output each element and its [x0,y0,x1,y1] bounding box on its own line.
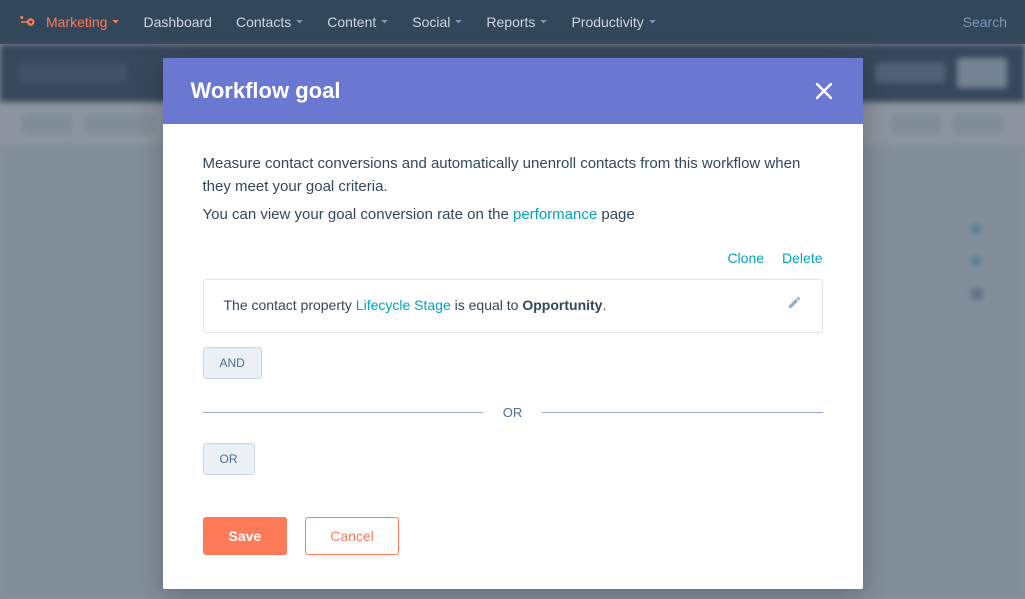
nav-reports-label: Reports [486,14,535,30]
intro-text-1: Measure contact conversions and automati… [203,152,823,199]
nav-productivity-label: Productivity [571,14,643,30]
criteria-mid: is equal to [451,297,523,313]
criteria-row: The contact property Lifecycle Stage is … [203,279,823,332]
modal-header: Workflow goal [163,58,863,124]
intro-2-pre: You can view your goal conversion rate o… [203,206,513,223]
divider-line-left [203,412,483,413]
intro-text-2: You can view your goal conversion rate o… [203,203,823,226]
chevron-down-icon [296,20,303,24]
nav-dashboard[interactable]: Dashboard [143,14,212,30]
performance-link[interactable]: performance [513,206,597,223]
nav-productivity[interactable]: Productivity [571,14,655,30]
close-icon [815,82,833,100]
edit-criteria-button[interactable] [787,294,802,317]
cancel-button[interactable]: Cancel [305,517,399,555]
nav-marketing-label: Marketing [46,14,107,30]
or-divider-label: OR [483,403,543,423]
nav-search[interactable]: Search [963,14,1007,30]
nav-social-label: Social [412,14,450,30]
modal-title: Workflow goal [191,78,341,104]
delete-link[interactable]: Delete [782,248,822,270]
nav-social[interactable]: Social [412,14,462,30]
chevron-down-icon [112,20,119,24]
criteria-post: . [602,297,606,313]
criteria-pre: The contact property [224,297,356,313]
criteria-value: Opportunity [522,297,602,313]
nav-reports[interactable]: Reports [486,14,547,30]
intro-2-post: page [597,206,635,223]
divider-line-right [542,412,822,413]
save-button[interactable]: Save [203,517,288,555]
modal-footer: Save Cancel [203,517,823,555]
close-button[interactable] [813,80,835,102]
nav-contacts-label: Contacts [236,14,291,30]
or-divider: OR [203,403,823,423]
criteria-property-link[interactable]: Lifecycle Stage [356,297,451,313]
chevron-down-icon [649,20,656,24]
criteria-actions: Clone Delete [203,248,823,270]
nav-dashboard-label: Dashboard [143,14,212,30]
nav-contacts[interactable]: Contacts [236,14,303,30]
clone-link[interactable]: Clone [727,248,764,270]
and-button[interactable]: AND [203,347,262,379]
nav-search-placeholder: Search [963,14,1007,30]
or-button[interactable]: OR [203,443,255,475]
pencil-icon [787,295,802,310]
chevron-down-icon [455,20,462,24]
top-nav: Marketing Dashboard Contacts Content Soc… [0,0,1025,44]
chevron-down-icon [381,20,388,24]
workflow-goal-modal: Workflow goal Measure contact conversion… [163,58,863,589]
hubspot-logo-icon [18,13,36,31]
nav-marketing[interactable]: Marketing [46,14,119,30]
chevron-down-icon [540,20,547,24]
modal-body: Measure contact conversions and automati… [163,124,863,589]
nav-content-label: Content [327,14,376,30]
nav-content[interactable]: Content [327,14,388,30]
criteria-text: The contact property Lifecycle Stage is … [224,295,607,317]
